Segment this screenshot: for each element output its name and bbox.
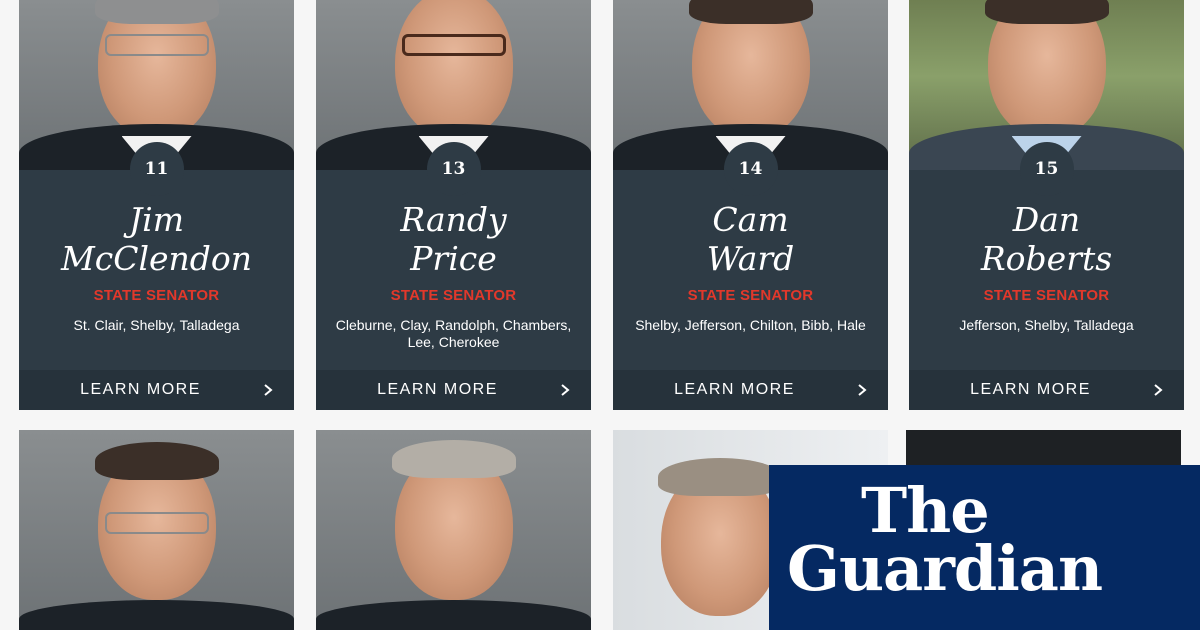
- senator-info-panel: 13 Randy Price STATE SENATOR Cleburne, C…: [316, 142, 591, 410]
- senator-info-panel: 15 Dan Roberts STATE SENATOR Jefferson, …: [909, 142, 1184, 410]
- senator-role: STATE SENATOR: [390, 287, 517, 304]
- senator-counties: Jefferson, Shelby, Talladega: [959, 317, 1134, 333]
- senator-role: STATE SENATOR: [93, 287, 220, 304]
- learn-more-button[interactable]: LEARN MORE: [613, 370, 888, 410]
- learn-more-button[interactable]: LEARN MORE: [909, 370, 1184, 410]
- learn-more-label: LEARN MORE: [80, 381, 201, 398]
- senator-name: Cam Ward: [613, 200, 888, 278]
- senator-role: STATE SENATOR: [983, 287, 1110, 304]
- district-number-badge: 15: [1019, 142, 1074, 196]
- senator-info-panel: 14 Cam Ward STATE SENATOR Shelby, Jeffer…: [613, 142, 888, 410]
- senator-counties: St. Clair, Shelby, Talladega: [73, 317, 240, 333]
- senator-counties: Shelby, Jefferson, Chilton, Bibb, Hale: [635, 317, 866, 333]
- senator-last-name: Roberts: [980, 239, 1113, 278]
- learn-more-button[interactable]: LEARN MORE: [316, 370, 591, 410]
- guardian-logo: The Guardian: [769, 465, 1200, 630]
- chevron-right-icon: [858, 384, 867, 396]
- senator-first-name: Cam: [712, 200, 789, 239]
- logo-line-2: Guardian: [787, 532, 1103, 605]
- senator-last-name: Ward: [706, 239, 795, 278]
- senator-info-panel: 11 Jim McClendon STATE SENATOR St. Clair…: [19, 142, 294, 410]
- district-number-badge: 13: [426, 142, 481, 196]
- learn-more-button[interactable]: LEARN MORE: [19, 370, 294, 410]
- senator-photo: [19, 430, 294, 630]
- chevron-right-icon: [1154, 384, 1163, 396]
- senator-counties: Cleburne, Clay, Randolph, Chambers, Lee,…: [335, 317, 572, 350]
- senator-last-name: Price: [410, 239, 497, 278]
- chevron-right-icon: [264, 384, 273, 396]
- chevron-right-icon: [561, 384, 570, 396]
- senator-photo: [316, 430, 591, 630]
- learn-more-label: LEARN MORE: [674, 381, 795, 398]
- senator-role: STATE SENATOR: [687, 287, 814, 304]
- district-number-badge: 11: [129, 142, 184, 196]
- senator-first-name: Dan: [1012, 200, 1081, 239]
- learn-more-label: LEARN MORE: [970, 381, 1091, 398]
- senator-last-name: McClendon: [60, 239, 253, 278]
- senator-first-name: Jim: [128, 200, 185, 239]
- senator-first-name: Randy: [400, 200, 507, 239]
- district-number-badge: 14: [723, 142, 778, 196]
- learn-more-label: LEARN MORE: [377, 381, 498, 398]
- senator-name: Randy Price: [316, 200, 591, 278]
- senator-name: Jim McClendon: [19, 200, 294, 278]
- senator-name: Dan Roberts: [909, 200, 1184, 278]
